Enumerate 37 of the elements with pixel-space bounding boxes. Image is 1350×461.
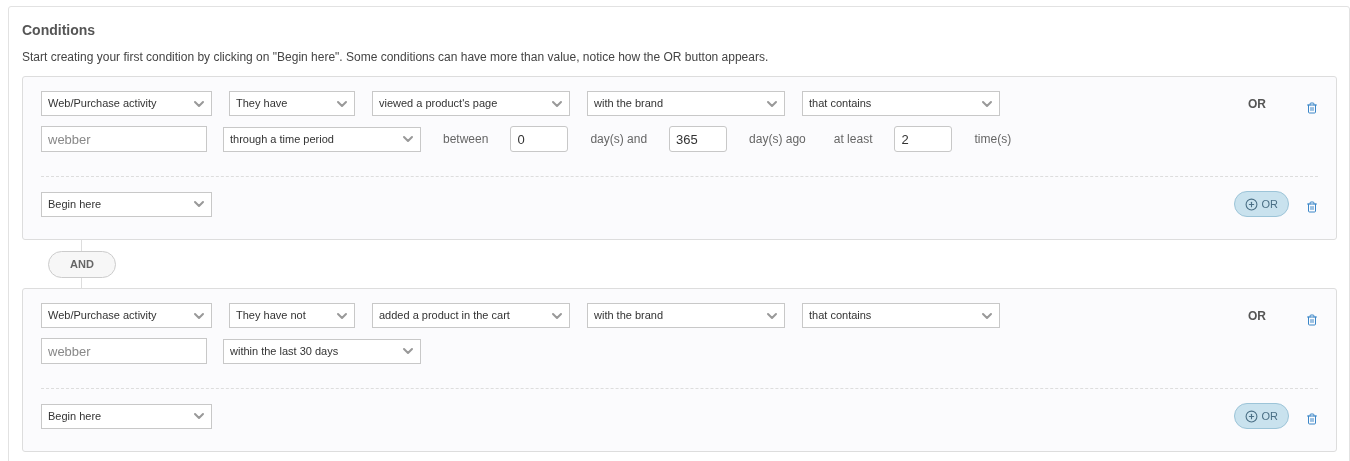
condition-label: time(s) [974,131,1012,148]
dropdown[interactable]: Web/Purchase activity [41,91,212,116]
text-field[interactable]: webber [41,338,207,364]
dropdown[interactable]: They have [229,91,355,116]
dropdown[interactable]: They have not [229,303,355,328]
dropdown[interactable]: added a product in the cart [372,303,570,328]
dropdown[interactable]: Begin here [41,191,212,217]
or-label: OR [1248,307,1266,325]
number-field[interactable]: 365 [669,126,728,152]
condition-label: day(s) ago [749,131,806,148]
text-field[interactable]: webber [41,126,207,152]
number-field[interactable]: 2 [894,126,953,152]
delete-icon[interactable] [1306,313,1318,326]
dropdown[interactable]: with the brand [587,91,785,116]
condition-label: between [443,131,489,148]
add-or-button[interactable]: OR [1233,403,1289,429]
dropdown[interactable]: through a time period [223,126,421,152]
number-field[interactable]: 0 [510,126,569,152]
plus-circle-icon [1244,409,1258,423]
delete-icon[interactable] [1306,413,1318,425]
delete-icon[interactable] [1306,101,1318,114]
section-title: Conditions [22,21,97,39]
dropdown[interactable]: Web/Purchase activity [41,303,212,328]
condition-label: day(s) and [590,131,648,148]
dropdown[interactable]: viewed a product's page [372,91,570,116]
dropdown[interactable]: with the brand [587,303,785,328]
condition-label: at least [833,131,873,148]
dropdown[interactable]: that contains [802,91,1000,116]
plus-circle-icon [1244,197,1258,211]
dropdown[interactable]: within the last 30 days [223,338,421,364]
and-button[interactable]: AND [48,250,116,278]
description: Start creating your first condition by clicking on "Begin here". Some conditions can have more than value, notice how the OR button appears. [22,49,770,66]
dropdown[interactable]: that contains [802,303,1000,328]
delete-icon[interactable] [1306,201,1318,213]
dropdown[interactable]: Begin here [41,403,212,429]
add-or-button[interactable]: OR [1233,191,1289,217]
or-label: OR [1248,95,1266,113]
